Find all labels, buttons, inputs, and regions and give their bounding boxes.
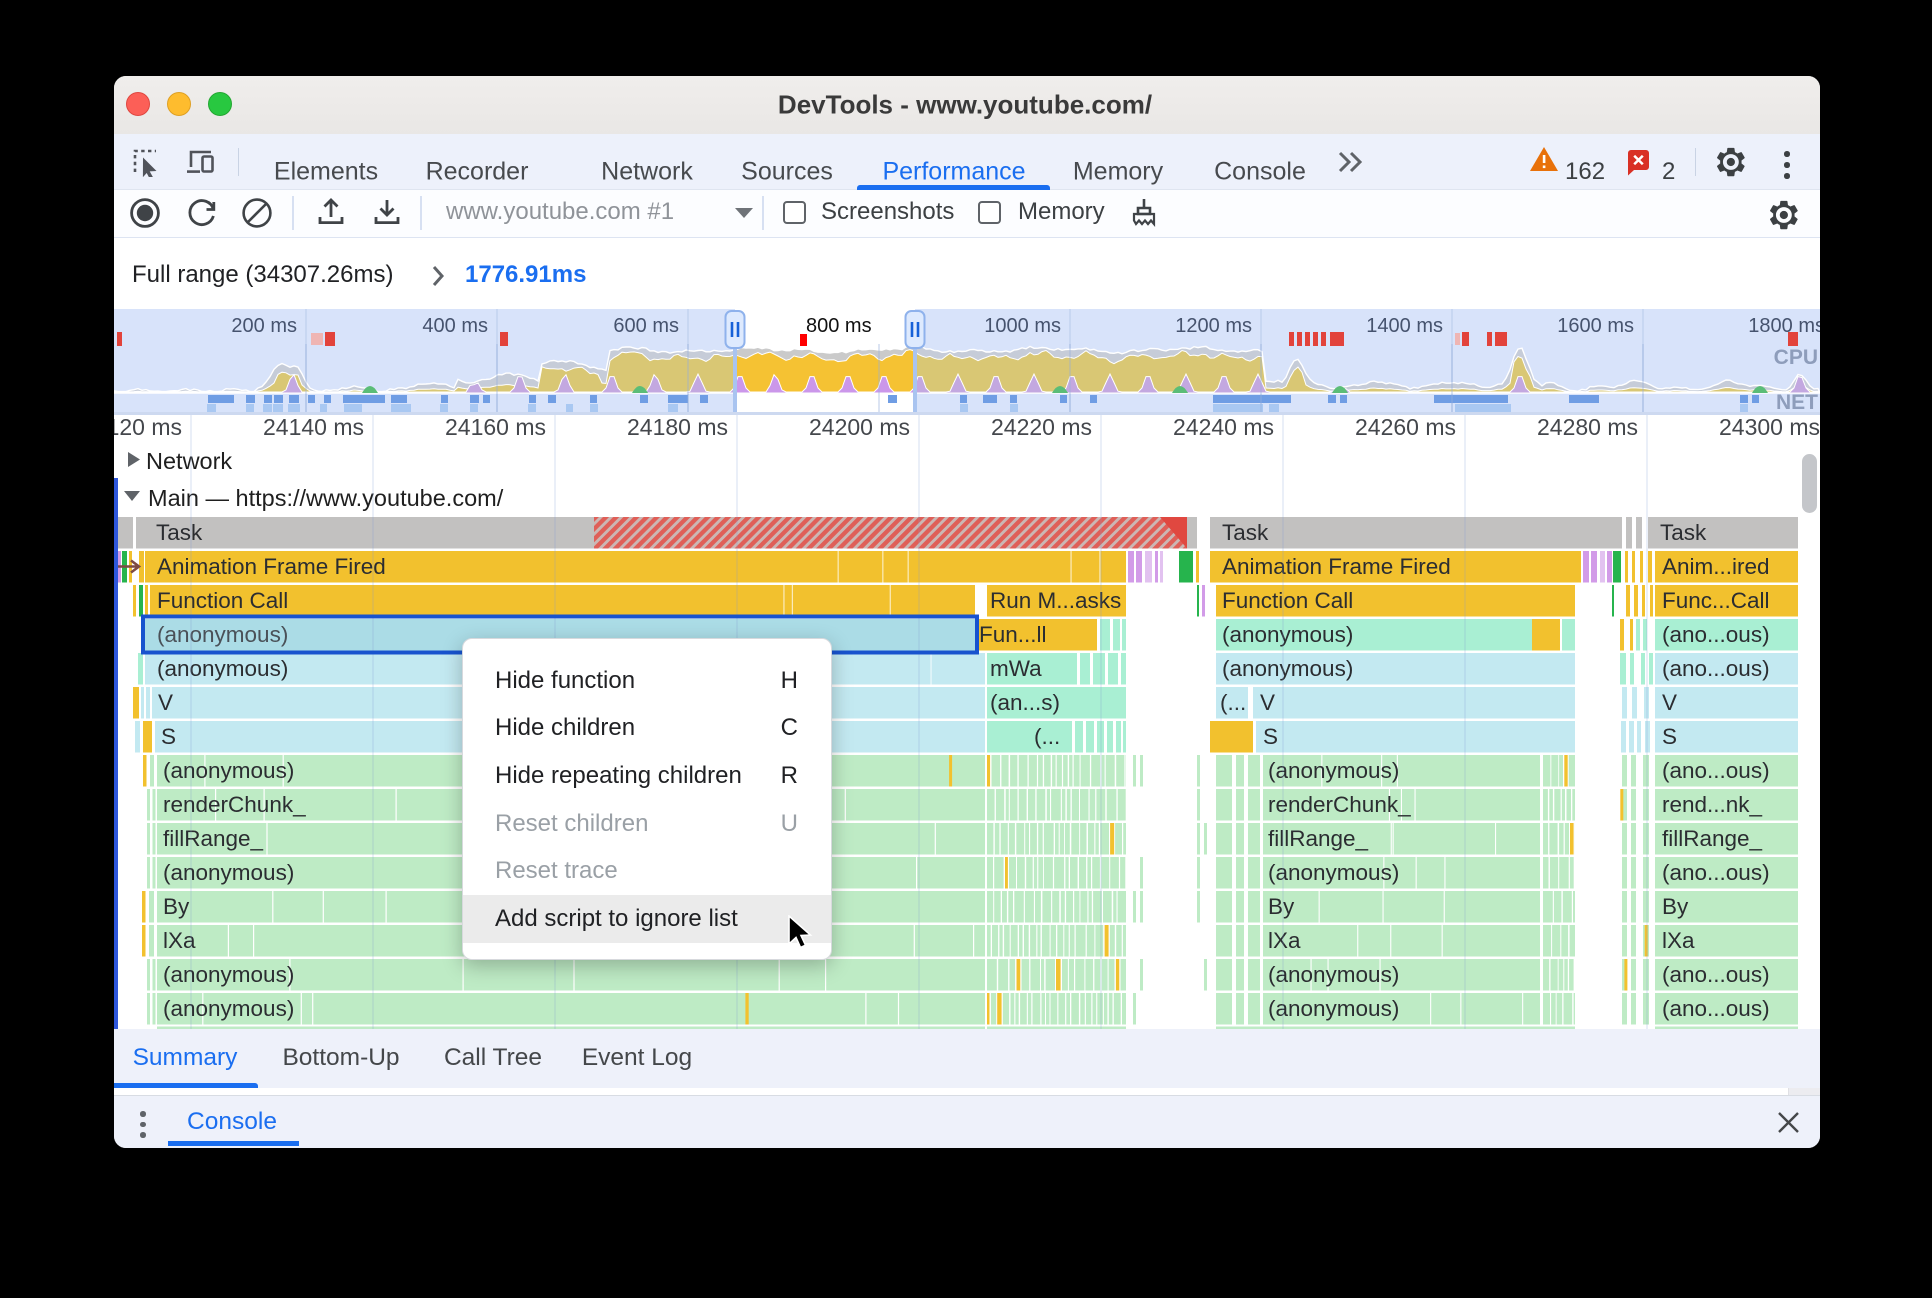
svg-text:Fun...ll: Fun...ll (979, 622, 1047, 647)
svg-text:24220 ms: 24220 ms (991, 415, 1092, 440)
svg-text:lXa: lXa (1268, 928, 1301, 953)
svg-text:S: S (1263, 724, 1278, 749)
svg-text:Network: Network (146, 448, 232, 474)
svg-text:24260 ms: 24260 ms (1355, 415, 1456, 440)
svg-text:rend...nk_: rend...nk_ (1662, 792, 1763, 817)
svg-text:(anonymous): (anonymous) (163, 962, 294, 987)
svg-text:1400 ms: 1400 ms (1366, 315, 1443, 337)
svg-text:Main — https://www.youtube.com: Main — https://www.youtube.com/ (148, 485, 504, 511)
svg-text:1200 ms: 1200 ms (1175, 315, 1252, 337)
svg-text:(anonymous): (anonymous) (1222, 656, 1353, 681)
svg-text:Function Call: Function Call (157, 588, 288, 613)
svg-text:V: V (1260, 690, 1275, 715)
svg-text:(anonymous): (anonymous) (163, 758, 294, 783)
svg-text:By: By (1268, 894, 1295, 919)
svg-text:24160 ms: 24160 ms (445, 415, 546, 440)
svg-text:By: By (1662, 894, 1689, 919)
svg-text:Task: Task (156, 520, 203, 545)
svg-text:Task: Task (1660, 520, 1707, 545)
svg-text:(anonymous): (anonymous) (1268, 996, 1399, 1021)
svg-text:S: S (161, 724, 176, 749)
svg-text:By: By (163, 894, 190, 919)
svg-text:NET: NET (1776, 391, 1818, 414)
svg-text:lXa: lXa (1662, 928, 1695, 953)
svg-text:(anonymous): (anonymous) (1268, 758, 1399, 783)
svg-text:Anim...ired: Anim...ired (1662, 554, 1770, 579)
svg-text:1000 ms: 1000 ms (984, 315, 1061, 337)
svg-text:fillRange_: fillRange_ (1662, 826, 1763, 851)
svg-text:Function Call: Function Call (1222, 588, 1353, 613)
svg-text:24200 ms: 24200 ms (809, 415, 910, 440)
svg-text:(anonymous): (anonymous) (1268, 860, 1399, 885)
svg-text:CPU: CPU (1774, 346, 1818, 369)
svg-text:1600 ms: 1600 ms (1557, 315, 1634, 337)
svg-text:24300 ms: 24300 ms (1719, 415, 1820, 440)
svg-text:(anonymous): (anonymous) (163, 996, 294, 1021)
svg-text:200 ms: 200 ms (231, 315, 297, 337)
svg-text:24140 ms: 24140 ms (263, 415, 364, 440)
svg-text:24180 ms: 24180 ms (627, 415, 728, 440)
svg-text:(anonymous): (anonymous) (1268, 962, 1399, 987)
svg-text:S: S (1662, 724, 1677, 749)
svg-text:renderChunk_: renderChunk_ (1268, 792, 1411, 817)
svg-text:800 ms: 800 ms (806, 315, 872, 337)
svg-text:(ano...ous): (ano...ous) (1662, 962, 1770, 987)
svg-text:400 ms: 400 ms (422, 315, 488, 337)
svg-text:V: V (1662, 690, 1677, 715)
svg-text:(ano...ous): (ano...ous) (1662, 758, 1770, 783)
svg-text:V: V (158, 690, 173, 715)
svg-text:24240 ms: 24240 ms (1173, 415, 1274, 440)
svg-text:(ano...ous): (ano...ous) (1662, 860, 1770, 885)
svg-text:(...: (... (1034, 724, 1060, 749)
svg-text:(anonymous): (anonymous) (1222, 622, 1353, 647)
svg-text:(ano...ous): (ano...ous) (1662, 996, 1770, 1021)
svg-text:24120 ms: 24120 ms (114, 415, 182, 440)
svg-text:(anonymous): (anonymous) (157, 622, 288, 647)
svg-text:renderChunk_: renderChunk_ (163, 792, 306, 817)
svg-text:(ano...ous): (ano...ous) (1662, 622, 1770, 647)
svg-text:(anonymous): (anonymous) (163, 860, 294, 885)
svg-text:(anonymous): (anonymous) (157, 656, 288, 681)
svg-text:24280 ms: 24280 ms (1537, 415, 1638, 440)
svg-text:Animation Frame Fired: Animation Frame Fired (1222, 554, 1451, 579)
svg-text:Task: Task (1222, 520, 1269, 545)
svg-text:600 ms: 600 ms (613, 315, 679, 337)
svg-text:(ano...ous): (ano...ous) (1662, 656, 1770, 681)
svg-text:mWa: mWa (990, 656, 1042, 681)
svg-text:1800 ms: 1800 ms (1748, 315, 1820, 337)
svg-text:fillRange_: fillRange_ (163, 826, 264, 851)
svg-text:Func...Call: Func...Call (1662, 588, 1770, 613)
svg-text:(...: (... (1220, 690, 1246, 715)
svg-text:(an...s): (an...s) (990, 690, 1060, 715)
